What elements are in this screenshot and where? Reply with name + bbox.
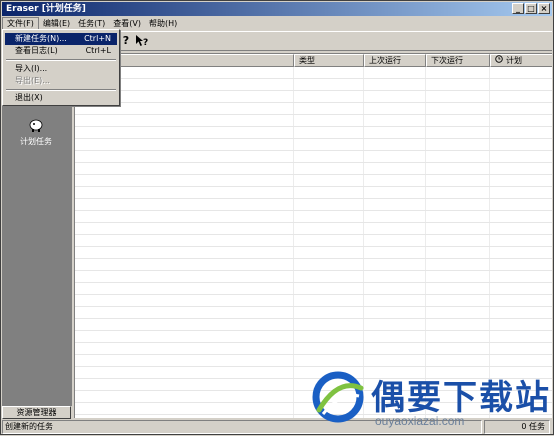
watermark-logo-icon — [311, 370, 365, 424]
sidebar-item-label: 计划任务 — [20, 137, 52, 146]
menu-item-new-task-shortcut: Ctrl+N — [84, 34, 111, 43]
menu-separator — [6, 59, 116, 61]
maximize-button[interactable]: □ — [525, 3, 537, 14]
column-schedule[interactable]: 计划 — [490, 54, 552, 67]
window-title: Eraser [计划任务] — [6, 4, 86, 14]
column-next-run[interactable]: 下次运行 — [426, 54, 490, 67]
watermark: 偶要下载站 ouyaoxiazai.com — [311, 364, 554, 436]
menu-item-new-task[interactable]: 新建任务(N)... Ctrl+N — [5, 33, 117, 45]
menu-item-view-log-label: 查看日志(L) — [15, 46, 58, 55]
whats-this-help-icon[interactable]: ? — [135, 34, 149, 48]
help-icon[interactable]: ? — [119, 34, 133, 48]
window-controls: _ □ × — [512, 3, 550, 14]
scheduled-task-icon — [27, 117, 45, 133]
close-button[interactable]: × — [538, 3, 550, 14]
watermark-url: ouyaoxiazai.com — [375, 414, 465, 428]
column-last-run[interactable]: 上次运行 — [364, 54, 426, 67]
menu-item-view-log[interactable]: 查看日志(L) Ctrl+L — [5, 45, 117, 57]
minimize-button[interactable]: _ — [512, 3, 524, 14]
watermark-title: 偶要下载站 — [371, 378, 551, 418]
menu-help[interactable]: 帮助(H) — [145, 17, 181, 30]
explorer-button[interactable]: 资源管理器 — [2, 406, 71, 419]
menu-item-view-log-shortcut: Ctrl+L — [85, 46, 111, 55]
title-bar: Eraser [计划任务] _ □ × — [2, 2, 552, 16]
file-menu-dropdown: 新建任务(N)... Ctrl+N 查看日志(L) Ctrl+L 导入(I)..… — [2, 29, 120, 106]
svg-text:?: ? — [143, 38, 148, 48]
sidebar-item-scheduled-tasks[interactable]: 计划任务 — [8, 117, 64, 147]
column-schedule-label: 计划 — [506, 56, 522, 65]
menu-item-export[interactable]: 导出(E)... — [5, 75, 117, 87]
list-header: 类型 上次运行 下次运行 计划 — [75, 54, 552, 67]
column-type[interactable]: 类型 — [294, 54, 364, 67]
menu-separator — [6, 89, 116, 91]
menu-item-new-task-label: 新建任务(N)... — [15, 34, 67, 43]
menu-item-import[interactable]: 导入(I)... — [5, 63, 117, 75]
menu-item-exit[interactable]: 退出(X) — [5, 92, 117, 104]
clock-icon — [495, 55, 503, 66]
main-window: Eraser [计划任务] _ □ × 文件(F) 编辑(E) 任务(T) 查看… — [0, 0, 554, 435]
